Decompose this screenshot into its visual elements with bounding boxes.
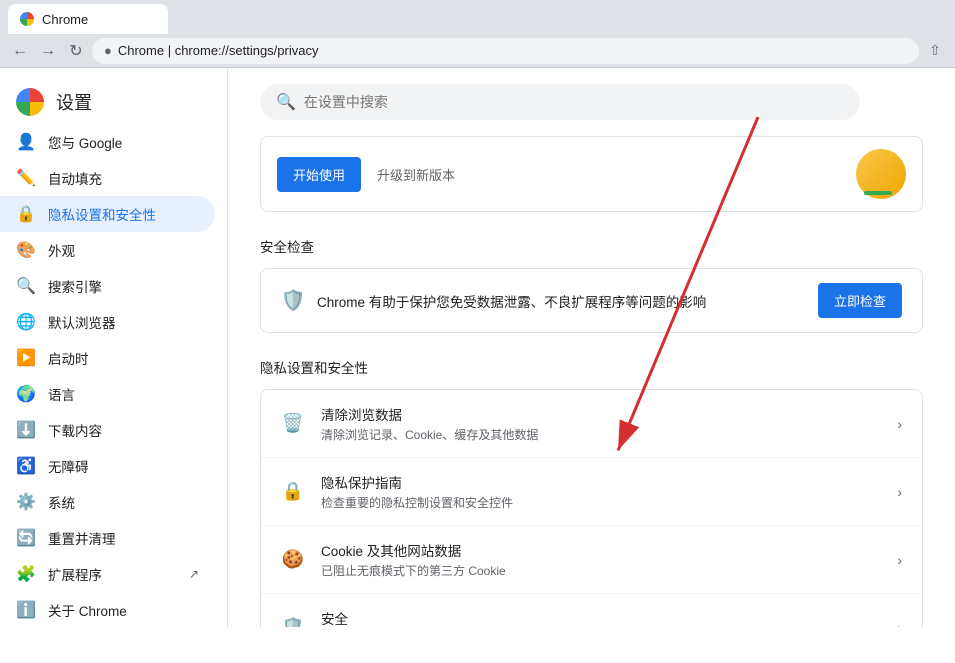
security-check-text: Chrome 有助于保护您免受数据泄露、不良扩展程序等问题的影响 — [317, 291, 806, 311]
sidebar-item-extensions[interactable]: 🧩 扩展程序 ↗ — [0, 556, 215, 592]
security-icon: 🛡️ — [281, 616, 305, 628]
reset-icon: 🔄 — [16, 528, 36, 548]
sidebar-label-google: 您与 Google — [48, 132, 199, 152]
sidebar-item-google[interactable]: 👤 您与 Google — [0, 124, 215, 160]
app-layout: 设置 👤 您与 Google ✏️ 自动填充 🔒 隐私设置和安全性 🎨 外观 🔍… — [0, 68, 955, 627]
appearance-icon: 🎨 — [16, 240, 36, 260]
tab-bar: Chrome — [0, 0, 955, 34]
sidebar-item-about[interactable]: ℹ️ 关于 Chrome — [0, 592, 215, 627]
security-section-title: 安全检查 — [260, 236, 923, 256]
language-icon: 🌍 — [16, 384, 36, 404]
privacy-guide-title: 隐私保护指南 — [321, 472, 881, 492]
sidebar-item-accessibility[interactable]: ♿ 无障碍 — [0, 448, 215, 484]
sidebar-label-system: 系统 — [48, 492, 199, 512]
sidebar-item-startup[interactable]: ▶️ 启动时 — [0, 340, 215, 376]
autofill-icon: ✏️ — [16, 168, 36, 188]
sidebar-item-browser[interactable]: 🌐 默认浏览器 — [0, 304, 215, 340]
cookies-icon: 🍪 — [281, 548, 305, 572]
security-title: 安全 — [321, 608, 881, 627]
clear-browsing-text: 清除浏览数据 清除浏览记录、Cookie、缓存及其他数据 — [321, 404, 881, 443]
promo-button[interactable]: 开始使用 — [277, 157, 361, 192]
sidebar-item-privacy[interactable]: 🔒 隐私设置和安全性 — [0, 196, 215, 232]
chevron-right-icon-4: › — [897, 620, 902, 628]
cookies-text: Cookie 及其他网站数据 已阻止无痕模式下的第三方 Cookie — [321, 540, 881, 579]
search-icon: 🔍 — [276, 92, 296, 112]
sidebar-label-startup: 启动时 — [48, 348, 199, 368]
search-input[interactable] — [304, 94, 844, 110]
share-button[interactable]: ⇧ — [923, 39, 947, 63]
settings-item-security[interactable]: 🛡️ 安全 安全浏览（保护您免受危险网站的侵害）和其他安全设置 › — [261, 594, 922, 627]
sidebar-label-accessibility: 无障碍 — [48, 456, 199, 476]
cookies-subtitle: 已阻止无痕模式下的第三方 Cookie — [321, 562, 881, 579]
promo-bar — [864, 191, 892, 195]
address-input[interactable]: ● Chrome | chrome://settings/privacy — [92, 38, 919, 64]
sidebar-label-about: 关于 Chrome — [48, 600, 199, 620]
promo-extra-text: 升级到新版本 — [377, 165, 455, 184]
sidebar-label-autofill: 自动填充 — [48, 168, 199, 188]
security-check-card: 🛡️ Chrome 有助于保护您免受数据泄露、不良扩展程序等问题的影响 立即检查 — [260, 268, 923, 333]
startup-icon: ▶️ — [16, 348, 36, 368]
privacy-guide-subtitle: 检查重要的隐私控制设置和安全控件 — [321, 494, 881, 511]
sidebar: 设置 👤 您与 Google ✏️ 自动填充 🔒 隐私设置和安全性 🎨 外观 🔍… — [0, 68, 228, 627]
tab-label: Chrome — [42, 12, 88, 27]
accessibility-icon: ♿ — [16, 456, 36, 476]
cookies-title: Cookie 及其他网站数据 — [321, 540, 881, 560]
sidebar-item-language[interactable]: 🌍 语言 — [0, 376, 215, 412]
site-icon: ● — [104, 43, 112, 58]
sidebar-label-browser: 默认浏览器 — [48, 312, 199, 332]
promo-graphic — [826, 149, 906, 199]
sidebar-item-autofill[interactable]: ✏️ 自动填充 — [0, 160, 215, 196]
sidebar-item-system[interactable]: ⚙️ 系统 — [0, 484, 215, 520]
external-link-icon: ↗ — [189, 567, 199, 581]
sidebar-title: 设置 — [56, 89, 92, 115]
sidebar-item-reset[interactable]: 🔄 重置并清理 — [0, 520, 215, 556]
sidebar-item-search[interactable]: 🔍 搜索引擎 — [0, 268, 215, 304]
promo-card: 开始使用 升级到新版本 — [260, 136, 923, 212]
security-text: 安全 安全浏览（保护您免受危险网站的侵害）和其他安全设置 — [321, 608, 881, 627]
browser-icon: 🌐 — [16, 312, 36, 332]
privacy-section-title: 隐私设置和安全性 — [260, 357, 923, 377]
google-icon: 👤 — [16, 132, 36, 152]
sidebar-label-search: 搜索引擎 — [48, 276, 199, 296]
shield-icon: 🛡️ — [281, 289, 305, 313]
tab-favicon — [20, 12, 34, 26]
sidebar-label-download: 下载内容 — [48, 420, 199, 440]
chevron-right-icon-3: › — [897, 552, 902, 568]
back-button[interactable]: ← — [8, 39, 32, 63]
privacy-icon: 🔒 — [16, 204, 36, 224]
sidebar-label-reset: 重置并清理 — [48, 528, 199, 548]
sidebar-label-extensions: 扩展程序 — [48, 564, 177, 584]
chevron-right-icon-2: › — [897, 484, 902, 500]
reload-button[interactable]: ↻ — [64, 39, 88, 63]
clear-browsing-title: 清除浏览数据 — [321, 404, 881, 424]
sidebar-item-download[interactable]: ⬇️ 下载内容 — [0, 412, 215, 448]
extensions-icon: 🧩 — [16, 564, 36, 584]
trash-icon: 🗑️ — [281, 412, 305, 436]
settings-item-clear-browsing[interactable]: 🗑️ 清除浏览数据 清除浏览记录、Cookie、缓存及其他数据 › — [261, 390, 922, 458]
check-now-button[interactable]: 立即检查 — [818, 283, 902, 318]
system-icon: ⚙️ — [16, 492, 36, 512]
sidebar-label-language: 语言 — [48, 384, 199, 404]
forward-button[interactable]: → — [36, 39, 60, 63]
search-engine-icon: 🔍 — [16, 276, 36, 296]
sidebar-item-appearance[interactable]: 🎨 外观 — [0, 232, 215, 268]
sidebar-label-appearance: 外观 — [48, 240, 199, 260]
privacy-guide-text: 隐私保护指南 检查重要的隐私控制设置和安全控件 — [321, 472, 881, 511]
active-tab[interactable]: Chrome — [8, 4, 168, 34]
clear-browsing-subtitle: 清除浏览记录、Cookie、缓存及其他数据 — [321, 426, 881, 443]
settings-card: 🗑️ 清除浏览数据 清除浏览记录、Cookie、缓存及其他数据 › 🔒 隐私保护… — [260, 389, 923, 627]
address-text: Chrome | chrome://settings/privacy — [118, 43, 319, 58]
sidebar-label-privacy: 隐私设置和安全性 — [48, 204, 199, 224]
about-icon: ℹ️ — [16, 600, 36, 620]
privacy-guide-icon: 🔒 — [281, 480, 305, 504]
download-icon: ⬇️ — [16, 420, 36, 440]
sidebar-header: 设置 — [0, 76, 227, 124]
chevron-right-icon: › — [897, 416, 902, 432]
main-content: 🔍 开始使用 升级到新版本 安全检查 🛡️ Chrome 有助于保护您免受数据泄… — [228, 68, 955, 627]
search-bar: 🔍 — [260, 84, 860, 120]
settings-item-privacy-guide[interactable]: 🔒 隐私保护指南 检查重要的隐私控制设置和安全控件 › — [261, 458, 922, 526]
chrome-logo-icon — [16, 88, 44, 116]
settings-item-cookies[interactable]: 🍪 Cookie 及其他网站数据 已阻止无痕模式下的第三方 Cookie › — [261, 526, 922, 594]
address-bar: ← → ↻ ● Chrome | chrome://settings/priva… — [0, 34, 955, 68]
